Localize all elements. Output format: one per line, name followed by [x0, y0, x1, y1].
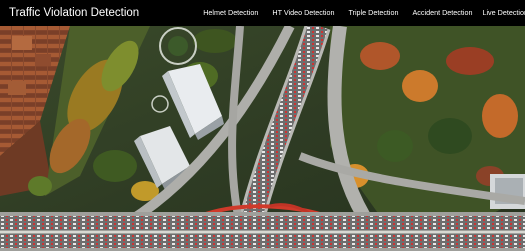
nav-link-accident-detection[interactable]: Accident Detection	[413, 0, 473, 26]
nav-link-live-detection[interactable]: Live Detection	[482, 0, 525, 26]
top-navbar: Traffic Violation Detection Helmet Detec…	[0, 0, 525, 26]
aerial-highway-illustration	[0, 26, 525, 251]
brand-title[interactable]: Traffic Violation Detection	[9, 0, 139, 26]
nav-menu: Helmet Detection HT Video Detection Trip…	[203, 0, 525, 26]
nav-link-ht-video-detection[interactable]: HT Video Detection	[272, 0, 334, 26]
nav-link-helmet-detection[interactable]: Helmet Detection	[203, 0, 258, 26]
nav-link-triple-detection[interactable]: Triple Detection	[348, 0, 398, 26]
hero-aerial-image	[0, 26, 525, 251]
expressway	[0, 212, 525, 251]
